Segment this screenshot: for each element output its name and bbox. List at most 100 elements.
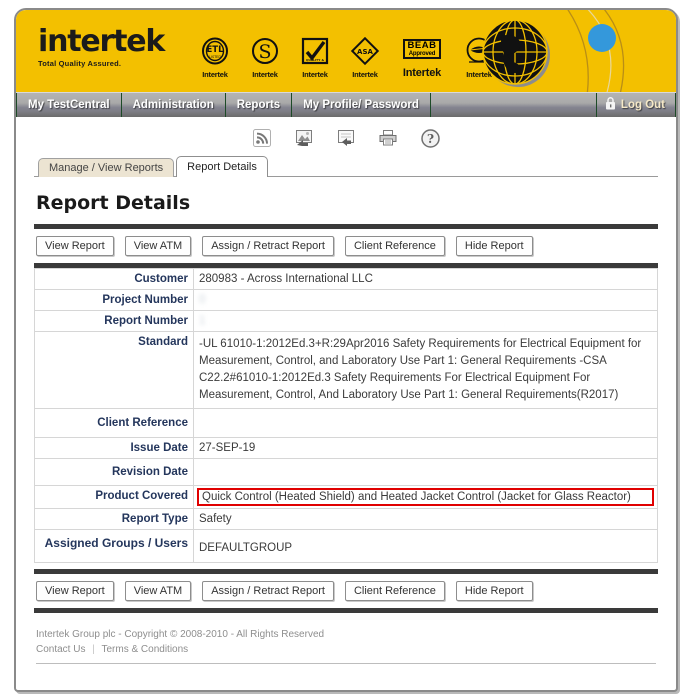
- logout-button[interactable]: Log Out: [595, 93, 676, 117]
- asta-diamond-icon: ASA: [346, 35, 384, 69]
- footer-link-separator: |: [92, 644, 95, 655]
- table-row: Report Number 1: [34, 310, 658, 332]
- table-row: Standard -UL 61010-1:2012Ed.3+R:29Apr201…: [34, 331, 658, 409]
- revision-date-label: Revision Date: [34, 458, 194, 486]
- assigned-groups-label: Assigned Groups / Users: [34, 529, 194, 563]
- action-bar-top: View Report View ATM Assign / Retract Re…: [34, 229, 658, 263]
- revision-date-value: [193, 458, 658, 486]
- nav-item-administration[interactable]: Administration: [122, 93, 226, 117]
- globe-graphic: [468, 16, 564, 90]
- client-reference-label: Client Reference: [34, 408, 194, 438]
- tab-bar: Manage / View Reports Report Details: [38, 155, 658, 177]
- product-covered-value: Quick Control (Heated Shield) and Heated…: [197, 488, 654, 506]
- assign-retract-report-button-top[interactable]: Assign / Retract Report: [202, 236, 334, 256]
- logout-label: Log Out: [620, 99, 665, 111]
- asta-mark-caption: Intertek: [352, 70, 378, 79]
- page-title: Report Details: [36, 192, 191, 214]
- client-reference-value: [193, 408, 658, 438]
- standard-value: -UL 61010-1:2012Ed.3+R:29Apr2016 Safety …: [193, 331, 658, 409]
- svg-text:ETL: ETL: [206, 45, 224, 55]
- view-atm-button-top[interactable]: View ATM: [124, 236, 192, 256]
- client-reference-button-top[interactable]: Client Reference: [344, 236, 445, 256]
- certification-marks: ETL LISTED Intertek S Intertek QUALITY &…: [196, 32, 498, 79]
- s-mark-caption: Intertek: [252, 70, 278, 79]
- product-covered-label: Product Covered: [34, 485, 194, 509]
- check-mark-caption: Intertek: [302, 70, 328, 79]
- table-row: Project Number 0: [34, 289, 658, 311]
- footer-divider: [36, 663, 656, 664]
- beab-sublabel: Approved: [408, 50, 436, 57]
- rss-feed-icon[interactable]: [251, 127, 273, 149]
- export-image-icon[interactable]: [293, 127, 315, 149]
- s-circle-icon: S: [246, 35, 284, 69]
- tab-report-details[interactable]: Report Details: [176, 156, 268, 177]
- view-atm-button-bottom[interactable]: View ATM: [124, 581, 192, 601]
- footer-links: Contact Us | Terms & Conditions: [36, 642, 656, 657]
- table-row: Report Type Safety: [34, 508, 658, 530]
- view-report-button-bottom[interactable]: View Report: [36, 581, 114, 601]
- check-mark: QUALITY & Intertek: [296, 35, 334, 79]
- table-row: Product Covered Quick Control (Heated Sh…: [34, 485, 658, 509]
- svg-text:S: S: [258, 41, 271, 63]
- table-row: Revision Date: [34, 458, 658, 486]
- customer-label: Customer: [34, 268, 194, 290]
- issue-date-value: 27-SEP-19: [193, 437, 658, 459]
- issue-date-label: Issue Date: [34, 437, 194, 459]
- export-download-icon[interactable]: [335, 127, 357, 149]
- action-bar-bottom: View Report View ATM Assign / Retract Re…: [34, 574, 658, 608]
- banner-decoration: [556, 10, 676, 92]
- project-number-value: 0: [193, 289, 658, 311]
- logo-wordmark: intertek: [38, 24, 165, 59]
- brand-banner: intertek Total Quality Assured. ETL LIST…: [16, 10, 676, 92]
- checkmark-square-icon: QUALITY &: [296, 35, 334, 69]
- intertek-logo: intertek Total Quality Assured.: [38, 24, 165, 69]
- help-icon[interactable]: ?: [419, 127, 441, 149]
- terms-conditions-link[interactable]: Terms & Conditions: [101, 644, 188, 655]
- client-reference-button-bottom[interactable]: Client Reference: [344, 581, 445, 601]
- report-details-page: intertek Total Quality Assured. ETL LIST…: [0, 0, 694, 700]
- beab-mark-caption: Intertek: [402, 67, 442, 79]
- report-type-label: Report Type: [34, 508, 194, 530]
- s-mark: S Intertek: [246, 35, 284, 79]
- print-icon[interactable]: [377, 127, 399, 149]
- svg-text:?: ?: [426, 132, 433, 146]
- hide-report-button-top[interactable]: Hide Report: [455, 236, 533, 256]
- page-footer: Intertek Group plc - Copyright © 2008-20…: [16, 613, 676, 664]
- asta-mark: ASA Intertek: [346, 35, 384, 79]
- table-row: Assigned Groups / Users DEFAULTGROUP: [34, 529, 658, 563]
- page-content: Manage / View Reports Report Details Rep…: [16, 155, 676, 613]
- tab-manage-view-reports[interactable]: Manage / View Reports: [38, 158, 175, 177]
- logo-tagline: Total Quality Assured.: [38, 59, 122, 68]
- nav-item-reports[interactable]: Reports: [226, 93, 293, 117]
- icon-toolbar: ?: [16, 117, 676, 155]
- etl-mark-caption: Intertek: [202, 70, 228, 79]
- contact-us-link[interactable]: Contact Us: [36, 644, 85, 655]
- svg-text:QUALITY &: QUALITY &: [306, 58, 325, 62]
- assigned-groups-value: DEFAULTGROUP: [193, 529, 658, 563]
- nav-item-my-profile-password[interactable]: My Profile/ Password: [292, 93, 431, 117]
- beab-label: BEAB: [407, 40, 437, 52]
- nav-item-my-testcentral[interactable]: My TestCentral: [16, 93, 122, 117]
- etl-icon: ETL LISTED: [196, 35, 234, 69]
- beab-approved-icon: BEAB Approved: [396, 32, 448, 66]
- main-navigation: My TestCentral Administration Reports My…: [16, 92, 676, 117]
- etl-mark: ETL LISTED Intertek: [196, 35, 234, 79]
- product-covered-value-cell: Quick Control (Heated Shield) and Heated…: [193, 485, 658, 509]
- view-report-button-top[interactable]: View Report: [36, 236, 114, 256]
- standard-label: Standard: [34, 331, 194, 409]
- table-row: Issue Date 27-SEP-19: [34, 437, 658, 459]
- assign-retract-report-button-bottom[interactable]: Assign / Retract Report: [202, 581, 334, 601]
- customer-value: 280983 - Across International LLC: [193, 268, 658, 290]
- report-number-label: Report Number: [34, 310, 194, 332]
- table-row: Customer 280983 - Across International L…: [34, 268, 658, 290]
- report-number-value: 1: [193, 310, 658, 332]
- app-frame: intertek Total Quality Assured. ETL LIST…: [14, 8, 678, 692]
- copyright-text: Intertek Group plc - Copyright © 2008-20…: [36, 629, 325, 640]
- lock-icon: [605, 97, 616, 113]
- hide-report-button-bottom[interactable]: Hide Report: [455, 581, 533, 601]
- report-type-value: Safety: [193, 508, 658, 530]
- report-details-table: Customer 280983 - Across International L…: [34, 268, 658, 563]
- table-row: Client Reference: [34, 408, 658, 438]
- svg-text:ASA: ASA: [357, 48, 373, 56]
